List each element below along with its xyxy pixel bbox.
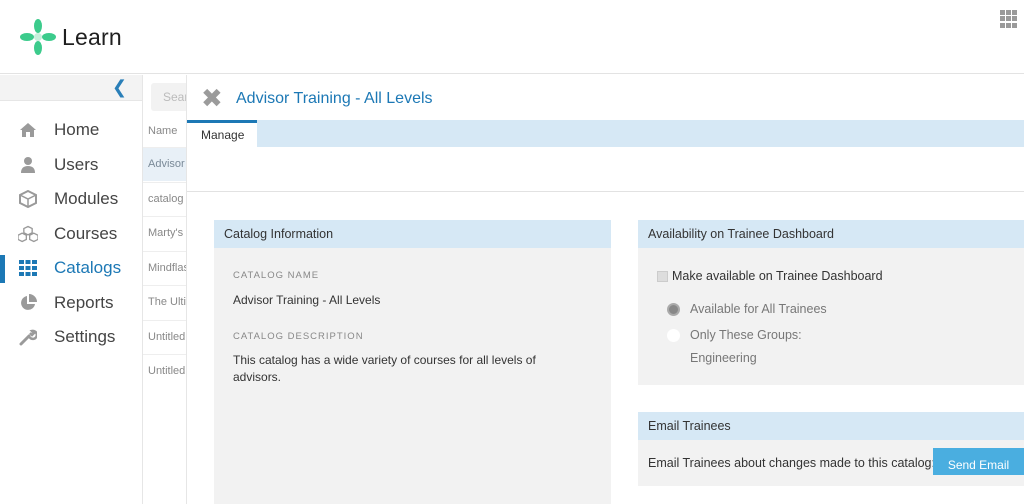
list-column-header-name[interactable]: Name	[143, 121, 186, 143]
grid-icon	[18, 258, 38, 278]
email-description: Email Trainees about changes made to thi…	[648, 456, 935, 470]
radio-button[interactable]	[667, 302, 680, 316]
sidebar-item-label: Home	[54, 120, 100, 140]
radio-label: Only These Groups:	[690, 328, 802, 342]
pie-chart-icon	[18, 293, 38, 313]
catalog-list: Search Name Advisor catalog Marty's Mind…	[142, 75, 187, 504]
panel-heading: Email Trainees	[638, 412, 1024, 440]
sidebar-item-label: Courses	[54, 223, 118, 243]
group-name: Engineering	[690, 351, 757, 365]
catalog-description-label: CATALOG DESCRIPTION	[233, 331, 364, 342]
list-item[interactable]: Untitled	[143, 354, 186, 388]
list-item[interactable]: Marty's	[143, 216, 186, 250]
panel-heading: Availability on Trainee Dashboard	[638, 220, 1024, 248]
sidebar-nav: Home Users Modules Courses Catalogs Repo…	[0, 113, 142, 355]
sidebar-item-catalogs[interactable]: Catalogs	[0, 251, 142, 286]
sidebar-item-label: Settings	[54, 327, 116, 347]
list-item[interactable]: Mindflash	[143, 251, 186, 285]
sidebar-item-reports[interactable]: Reports	[0, 286, 142, 321]
sidebar-item-label: Catalogs	[54, 258, 122, 278]
checkbox-label: Make available on Trainee Dashboard	[672, 269, 883, 283]
list-item[interactable]: Advisor	[143, 147, 186, 181]
cube-icon	[18, 189, 38, 209]
sidebar: ❮ Home Users Modules Courses Catalogs Re…	[0, 75, 142, 504]
sidebar-item-label: Reports	[54, 292, 114, 312]
logo-icon	[20, 19, 56, 55]
sidebar-item-home[interactable]: Home	[0, 113, 142, 148]
send-email-button[interactable]: Send Email	[933, 448, 1024, 475]
catalog-name-value: Advisor Training - All Levels	[233, 293, 381, 307]
make-available-checkbox-row[interactable]: Make available on Trainee Dashboard	[657, 269, 883, 283]
user-icon	[18, 155, 38, 175]
radio-all-trainees[interactable]: Available for All Trainees	[667, 302, 827, 316]
sidebar-item-users[interactable]: Users	[0, 148, 142, 183]
list-item[interactable]: catalog	[143, 182, 186, 216]
radio-only-groups[interactable]: Only These Groups:	[667, 328, 802, 342]
logo[interactable]: Learn	[18, 17, 122, 57]
close-icon[interactable]: ✖	[201, 85, 223, 111]
list-item[interactable]: The Ulti	[143, 285, 186, 319]
wrench-icon	[18, 327, 38, 347]
divider	[187, 191, 1024, 192]
catalog-information-panel: Catalog Information CATALOG NAME Advisor…	[214, 220, 611, 504]
sidebar-item-modules[interactable]: Modules	[0, 182, 142, 217]
catalog-search-input[interactable]: Search	[151, 83, 186, 111]
tab-bar: Manage	[187, 120, 1024, 147]
sidebar-item-courses[interactable]: Courses	[0, 217, 142, 252]
sidebar-item-label: Modules	[54, 189, 119, 209]
home-icon	[18, 120, 38, 140]
apps-grid-icon[interactable]	[1000, 10, 1018, 28]
tab-manage[interactable]: Manage	[187, 120, 257, 147]
page-title: Advisor Training - All Levels	[236, 90, 433, 107]
top-bar: Learn	[0, 0, 1024, 74]
make-available-checkbox[interactable]	[657, 270, 668, 282]
panel-heading: Catalog Information	[214, 220, 611, 248]
email-trainees-panel: Email Trainees Email Trainees about chan…	[638, 412, 1024, 486]
catalog-description-value: This catalog has a wide variety of cours…	[233, 353, 536, 384]
availability-panel: Availability on Trainee Dashboard Make a…	[638, 220, 1024, 385]
sidebar-item-label: Users	[54, 154, 99, 174]
catalog-name-label: CATALOG NAME	[233, 270, 320, 281]
catalog-detail-panel: ✖ Advisor Training - All Levels Manage C…	[187, 75, 1024, 504]
app-name: Learn	[62, 23, 122, 50]
sidebar-item-settings[interactable]: Settings	[0, 320, 142, 355]
list-item[interactable]: Untitled	[143, 320, 186, 354]
radio-label: Available for All Trainees	[690, 302, 827, 316]
chevron-left-icon[interactable]: ❮	[112, 77, 127, 98]
sidebar-collapse-bar[interactable]: ❮	[0, 75, 142, 101]
cubes-icon	[18, 224, 38, 244]
radio-button[interactable]	[667, 328, 680, 342]
